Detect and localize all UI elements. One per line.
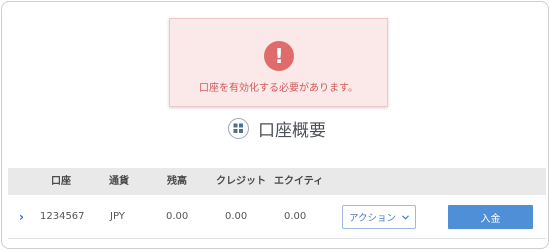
- table-row: › 1234567 JPY 0.00 0.00 0.00 アクション 入金: [8, 196, 546, 239]
- grid-icon: [228, 117, 249, 139]
- col-header-currency: 通貨: [109, 176, 129, 187]
- chevron-down-icon: [402, 212, 409, 223]
- cell-balance: 0.00: [166, 211, 189, 222]
- activation-alert: ! 口座を有効化する必要があります。: [169, 18, 388, 107]
- deposit-button[interactable]: 入金: [448, 205, 533, 229]
- action-dropdown-button[interactable]: アクション: [342, 205, 416, 229]
- cell-credit: 0.00: [225, 211, 248, 222]
- col-header-account: 口座: [51, 176, 71, 187]
- chevron-right-icon[interactable]: ›: [19, 196, 24, 238]
- table-header: 口座 通貨 残高 クレジット エクイティ: [8, 168, 546, 195]
- cell-account: 1234567: [40, 211, 85, 222]
- alert-message: 口座を有効化する必要があります。: [199, 83, 358, 94]
- col-header-balance: 残高: [167, 176, 187, 187]
- cell-equity: 0.00: [284, 211, 307, 222]
- exclamation-icon: !: [264, 41, 294, 71]
- col-header-equity: エクイティ: [274, 176, 324, 187]
- col-header-credit: クレジット: [216, 176, 266, 187]
- page-title: 口座概要: [258, 120, 326, 141]
- cell-currency: JPY: [110, 211, 125, 222]
- section-header: 口座概要: [228, 116, 326, 141]
- action-label: アクション: [348, 213, 397, 224]
- app-window: ! 口座を有効化する必要があります。 口座概要 口座 通貨 残高 クレジット エ…: [1, 1, 549, 249]
